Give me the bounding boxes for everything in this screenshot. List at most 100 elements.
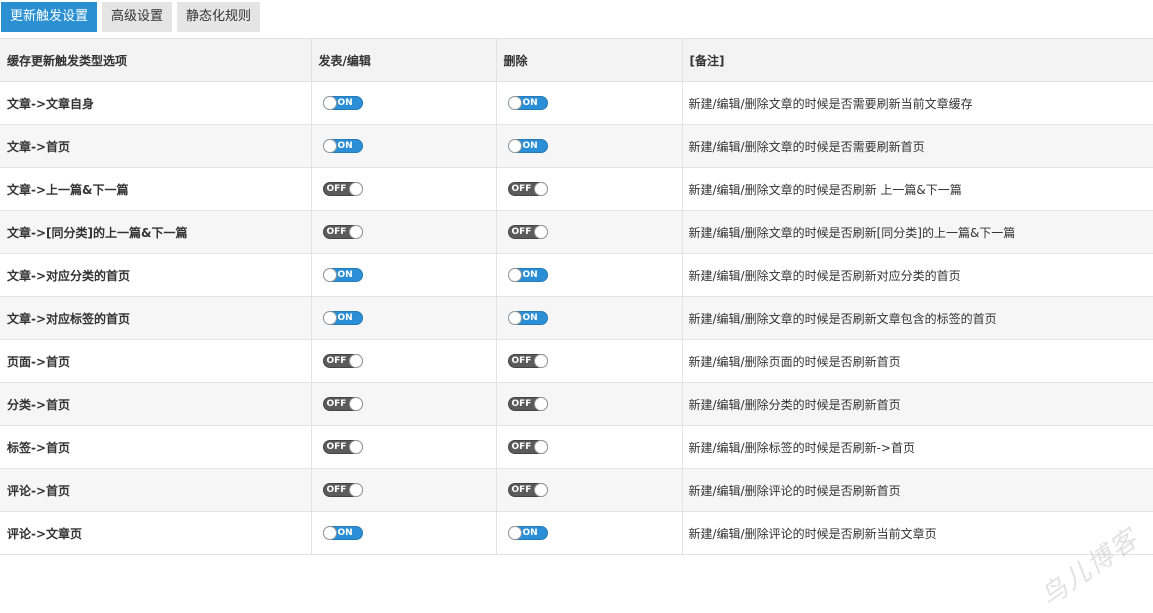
publish-toggle-cell: OFF bbox=[311, 426, 496, 469]
switch-knob bbox=[508, 96, 522, 110]
trigger-settings-table: 缓存更新触发类型选项 发表/编辑 删除 [备注] 文章->文章自身ONON新建/… bbox=[0, 38, 1153, 555]
row-label: 分类->首页 bbox=[0, 383, 311, 426]
table-row: 分类->首页OFFOFF新建/编辑/删除分类的时候是否刷新首页 bbox=[0, 383, 1153, 426]
header-note: [备注] bbox=[682, 39, 1153, 82]
switch-knob bbox=[349, 354, 363, 368]
header-option: 缓存更新触发类型选项 bbox=[0, 39, 311, 82]
publish-switch[interactable]: ON bbox=[323, 96, 363, 110]
switch-knob bbox=[508, 311, 522, 325]
tab-advanced[interactable]: 高级设置 bbox=[102, 2, 172, 32]
row-label: 文章->[同分类]的上一篇&下一篇 bbox=[0, 211, 311, 254]
publish-toggle-cell: OFF bbox=[311, 168, 496, 211]
delete-switch[interactable]: OFF bbox=[508, 483, 548, 497]
delete-switch[interactable]: OFF bbox=[508, 354, 548, 368]
delete-toggle-cell: ON bbox=[496, 297, 682, 340]
settings-tabs: 更新触发设置 高级设置 静态化规则 bbox=[0, 2, 260, 32]
row-label: 标签->首页 bbox=[0, 426, 311, 469]
publish-switch[interactable]: OFF bbox=[323, 225, 363, 239]
delete-switch[interactable]: OFF bbox=[508, 440, 548, 454]
switch-state-label: ON bbox=[338, 527, 353, 539]
publish-switch[interactable]: ON bbox=[323, 139, 363, 153]
publish-switch[interactable]: OFF bbox=[323, 397, 363, 411]
switch-state-label: OFF bbox=[512, 183, 532, 195]
switch-state-label: ON bbox=[523, 97, 538, 109]
switch-state-label: ON bbox=[338, 312, 353, 324]
row-note: 新建/编辑/删除文章的时候是否需要刷新当前文章缓存 bbox=[682, 82, 1153, 125]
delete-toggle-cell: ON bbox=[496, 125, 682, 168]
row-label: 文章->上一篇&下一篇 bbox=[0, 168, 311, 211]
publish-switch[interactable]: ON bbox=[323, 268, 363, 282]
switch-state-label: OFF bbox=[512, 226, 532, 238]
switch-knob bbox=[534, 182, 548, 196]
publish-toggle-cell: ON bbox=[311, 297, 496, 340]
switch-knob bbox=[534, 225, 548, 239]
switch-state-label: OFF bbox=[512, 484, 532, 496]
publish-toggle-cell: ON bbox=[311, 125, 496, 168]
switch-state-label: OFF bbox=[512, 398, 532, 410]
switch-knob bbox=[349, 225, 363, 239]
switch-knob bbox=[349, 483, 363, 497]
switch-state-label: OFF bbox=[512, 355, 532, 367]
switch-knob bbox=[508, 268, 522, 282]
header-publish: 发表/编辑 bbox=[311, 39, 496, 82]
switch-knob bbox=[534, 354, 548, 368]
delete-toggle-cell: OFF bbox=[496, 168, 682, 211]
tab-static-rules[interactable]: 静态化规则 bbox=[177, 2, 260, 32]
switch-knob bbox=[508, 526, 522, 540]
table-row: 标签->首页OFFOFF新建/编辑/删除标签的时候是否刷新->首页 bbox=[0, 426, 1153, 469]
switch-knob bbox=[534, 397, 548, 411]
tab-update-trigger[interactable]: 更新触发设置 bbox=[1, 2, 97, 32]
publish-switch[interactable]: OFF bbox=[323, 182, 363, 196]
switch-state-label: ON bbox=[523, 312, 538, 324]
switch-knob bbox=[508, 139, 522, 153]
delete-switch[interactable]: OFF bbox=[508, 225, 548, 239]
publish-toggle-cell: OFF bbox=[311, 211, 496, 254]
switch-knob bbox=[323, 268, 337, 282]
switch-state-label: OFF bbox=[512, 441, 532, 453]
row-note: 新建/编辑/删除文章的时候是否刷新文章包含的标签的首页 bbox=[682, 297, 1153, 340]
row-note: 新建/编辑/删除评论的时候是否刷新当前文章页 bbox=[682, 512, 1153, 555]
delete-switch[interactable]: OFF bbox=[508, 182, 548, 196]
publish-switch[interactable]: OFF bbox=[323, 483, 363, 497]
switch-state-label: ON bbox=[523, 269, 538, 281]
switch-knob bbox=[534, 440, 548, 454]
delete-switch[interactable]: ON bbox=[508, 311, 548, 325]
publish-switch[interactable]: ON bbox=[323, 311, 363, 325]
publish-toggle-cell: OFF bbox=[311, 469, 496, 512]
switch-state-label: OFF bbox=[327, 398, 347, 410]
delete-switch[interactable]: ON bbox=[508, 96, 548, 110]
delete-toggle-cell: ON bbox=[496, 512, 682, 555]
delete-switch[interactable]: OFF bbox=[508, 397, 548, 411]
delete-switch[interactable]: ON bbox=[508, 139, 548, 153]
delete-toggle-cell: OFF bbox=[496, 211, 682, 254]
publish-switch[interactable]: OFF bbox=[323, 440, 363, 454]
row-label: 文章->对应分类的首页 bbox=[0, 254, 311, 297]
table-row: 评论->文章页 ON ON 新建/编辑/删除评论的时候是否刷新当前文章页 bbox=[0, 512, 1153, 555]
delete-toggle-cell: OFF bbox=[496, 469, 682, 512]
publish-switch[interactable]: ON bbox=[323, 526, 363, 540]
table-row: 文章->对应标签的首页ONON新建/编辑/删除文章的时候是否刷新文章包含的标签的… bbox=[0, 297, 1153, 340]
header-delete: 删除 bbox=[496, 39, 682, 82]
row-label: 评论->文章页 bbox=[0, 512, 311, 555]
switch-state-label: ON bbox=[523, 140, 538, 152]
switch-knob bbox=[323, 311, 337, 325]
row-label: 页面->首页 bbox=[0, 340, 311, 383]
switch-state-label: ON bbox=[338, 97, 353, 109]
row-label: 评论->首页 bbox=[0, 469, 311, 512]
publish-toggle-cell: OFF bbox=[311, 383, 496, 426]
delete-toggle-cell: ON bbox=[496, 254, 682, 297]
switch-state-label: OFF bbox=[327, 441, 347, 453]
switch-state-label: ON bbox=[338, 140, 353, 152]
publish-toggle-cell: ON bbox=[311, 82, 496, 125]
table-row: 文章->文章自身ONON新建/编辑/删除文章的时候是否需要刷新当前文章缓存 bbox=[0, 82, 1153, 125]
row-note: 新建/编辑/删除页面的时候是否刷新首页 bbox=[682, 340, 1153, 383]
switch-knob bbox=[349, 182, 363, 196]
switch-knob bbox=[349, 440, 363, 454]
delete-switch[interactable]: ON bbox=[508, 268, 548, 282]
delete-toggle-cell: OFF bbox=[496, 426, 682, 469]
switch-state-label: OFF bbox=[327, 484, 347, 496]
publish-switch[interactable]: OFF bbox=[323, 354, 363, 368]
publish-toggle-cell: OFF bbox=[311, 340, 496, 383]
delete-switch[interactable]: ON bbox=[508, 526, 548, 540]
row-note: 新建/编辑/删除文章的时候是否刷新 上一篇&下一篇 bbox=[682, 168, 1153, 211]
